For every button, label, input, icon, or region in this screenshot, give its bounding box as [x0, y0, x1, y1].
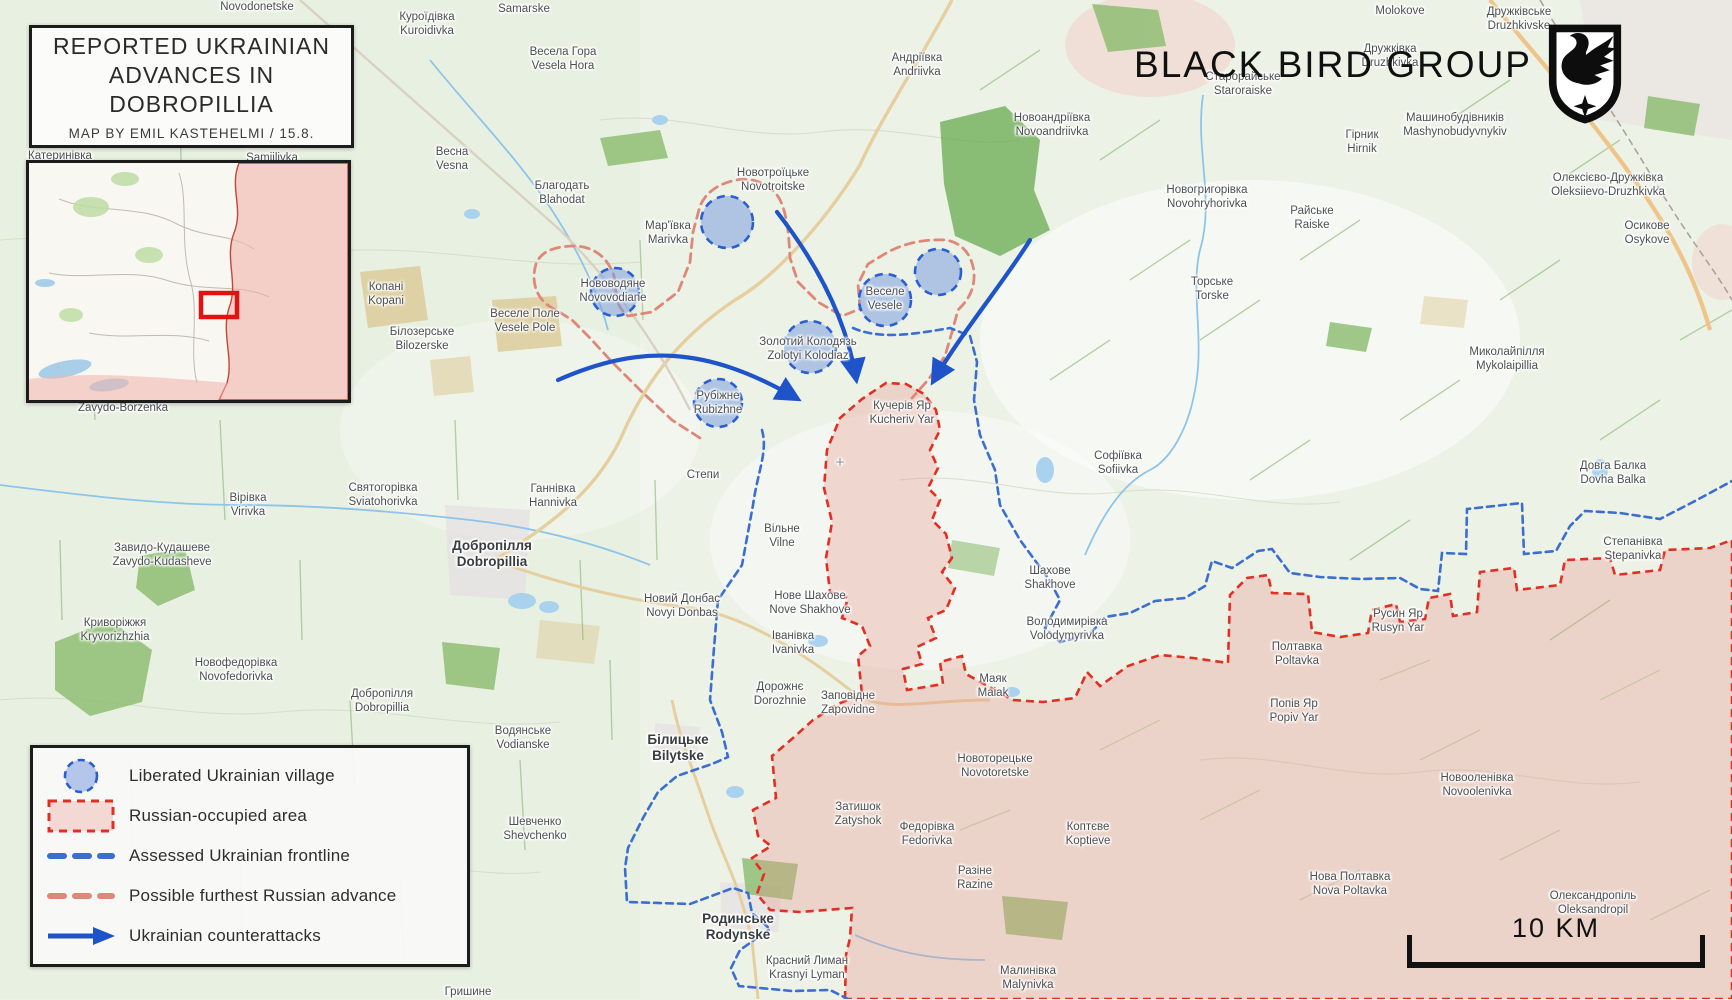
map-label: Русин ЯрRusyn Yar [1372, 608, 1425, 636]
map-label: РазінеRazine [957, 865, 993, 893]
map-label: Весела ГораVesela Hora [530, 46, 597, 74]
map-label: БлагодатьBlahodat [535, 180, 590, 208]
map-label: ВеснаVesna [436, 146, 469, 174]
map-label: Завидо-КудашевеZavydo-Kudasheve [112, 542, 211, 570]
map-label: НовооленівкаNovoolenivka [1440, 772, 1513, 800]
legend-item: Assessed Ukrainian frontline [33, 836, 467, 876]
map-label: НовоторецькеNovotoretske [957, 753, 1032, 781]
russian-advance-icon [33, 890, 129, 902]
inset-occupied-area [219, 163, 348, 400]
legend-item: Russian-occupied area [33, 796, 467, 836]
map-label: Мар'ївкаMarivka [645, 220, 691, 248]
map-label: Samarske [498, 3, 550, 17]
map-label: ДобропілляDobropillia [351, 688, 413, 716]
legend-item: Liberated Ukrainian village [33, 756, 467, 796]
map-label: Степи [687, 469, 720, 483]
map-label: НовоандріївкаNovoandriivka [1014, 112, 1090, 140]
map-label: ШевченкоShevchenko [503, 816, 566, 844]
map-label: ДорожнєDorozhnie [754, 681, 806, 709]
map-label: КопаніKopani [368, 281, 404, 309]
map-label: СофіївкаSofiivka [1094, 450, 1142, 478]
map-label: МиколайпілляMykolaipillia [1469, 346, 1544, 374]
liberated-village-icon [33, 756, 129, 796]
map-label: ШаховеShakhove [1024, 565, 1075, 593]
map-label: Золотий КолодязьZolotyi Kolodiaz [759, 336, 856, 364]
brand-name: BLACK BIRD GROUP [1134, 44, 1532, 86]
map-label: Нова ПолтавкаNova Poltavka [1310, 871, 1391, 899]
map-label: НовотроїцькеNovotroitske [737, 167, 809, 195]
map-label: ПолтавкаPoltavka [1272, 641, 1322, 669]
map-label: ВеселеVesele [866, 286, 905, 314]
legend-label: Russian-occupied area [129, 806, 307, 826]
map-label: Олексієво-ДружківкаOleksiievo-Druzhkivka [1551, 172, 1665, 200]
map-poster: Novodonetske КуроїдівкаKuroidivka Samarske… [0, 0, 1732, 999]
map-label: НовофедорівкаNovofedorivka [195, 657, 278, 685]
map-label: Zavydo-Borzenka [78, 402, 168, 416]
map-label: НовогригорівкаNovohryhorivka [1166, 184, 1247, 212]
map-label: + [836, 454, 845, 472]
legend-label: Assessed Ukrainian frontline [129, 846, 350, 866]
map-label: БілицькеBilytske [647, 732, 708, 764]
map-label: МаякMaiak [978, 673, 1009, 701]
map-subtitle: MAP BY EMIL KASTEHELMI / 15.8. [69, 126, 315, 141]
map-label: НововодянеNovovodiane [579, 278, 646, 306]
swan-shield-icon [1547, 22, 1623, 126]
map-label: ОсиковеOsykove [1624, 220, 1669, 248]
map-label: ФедорівкаFedorivka [900, 821, 955, 849]
legend-item: Possible furthest Russian advance [33, 876, 467, 916]
map-label: Гришине [445, 986, 492, 1000]
map-label: Novodonetske [220, 1, 294, 15]
map-label: ІванівкаIvanivka [772, 630, 814, 658]
map-label: ГірникHirnik [1346, 129, 1379, 157]
map-label: ТорськеTorske [1191, 276, 1233, 304]
ukrainian-frontline-icon [33, 850, 129, 862]
legend-label: Liberated Ukrainian village [129, 766, 335, 786]
map-label: ГаннівкаHannivka [529, 483, 577, 511]
legend-items: Liberated Ukrainian village Russian-occup… [33, 756, 467, 956]
black-bird-logo [1547, 22, 1623, 126]
map-label: ДобропілляDobropillia [452, 538, 532, 570]
legend-label: Possible furthest Russian advance [129, 886, 396, 906]
map-label: ВірівкаVirivka [230, 492, 267, 520]
map-label: Красний ЛиманKrasnyi Lyman [766, 955, 848, 983]
map-label: Нове ШаховеNove Shakhove [769, 590, 850, 618]
scale-bar: 10 KM [1407, 922, 1705, 968]
map-label: РодинськеRodynske [702, 911, 774, 943]
map-label: КоптєвеKoptieve [1066, 821, 1111, 849]
map-label: ДружківськеDruzhkivske [1487, 6, 1552, 34]
map-label: Кучерів ЯрKucheriv Yar [870, 400, 935, 428]
map-label: РайськеRaiske [1290, 205, 1333, 233]
legend-item: Ukrainian counterattacks [33, 916, 467, 956]
counterattack-arrow-icon [33, 925, 129, 947]
map-label: СтепанівкаStepanivka [1603, 536, 1662, 564]
inset-map-canvas [29, 163, 348, 400]
map-label: Веселе ПолеVesele Pole [490, 308, 560, 336]
inset-locator-map [26, 160, 351, 403]
map-label: ЗатишокZatyshok [835, 801, 882, 829]
legend-label: Ukrainian counterattacks [129, 926, 321, 946]
occupied-area-icon [33, 798, 129, 834]
map-label: КриворіжжяKryvorizhzhia [80, 617, 149, 645]
map-label: СвятогорівкаSviatohorivka [348, 482, 417, 510]
title-card: REPORTED UKRAINIAN ADVANCES IN DOBROPILL… [29, 25, 354, 148]
map-label: Molokove [1375, 5, 1424, 19]
map-label: РубіжнеRubizhne [694, 390, 743, 418]
map-title-line2: ADVANCES IN DOBROPILLIA [32, 61, 351, 119]
map-label: ВільнеVilne [764, 523, 800, 551]
map-label: ЗаповіднеZapovidne [821, 690, 875, 718]
map-label: Новий ДонбасNovyi Donbas [644, 593, 720, 621]
map-label: ВодянськеVodianske [495, 725, 551, 753]
map-label: Попів ЯрPopiv Yar [1270, 698, 1319, 726]
map-label: КуроїдівкаKuroidivka [399, 11, 454, 39]
legend-box: Liberated Ukrainian village Russian-occup… [30, 745, 470, 967]
map-label: ВолодимирівкаVolodymyrivka [1027, 616, 1108, 644]
map-label: АндріївкаAndriivka [892, 52, 943, 80]
map-label: МалинівкаMalynivka [1000, 965, 1056, 993]
map-label: МашинобудівниківMashynobudyvnykiv [1403, 112, 1507, 140]
map-label: Довга БалкаDovha Balka [1580, 460, 1646, 488]
map-title-line1: REPORTED UKRAINIAN [53, 32, 330, 61]
scale-bar-line [1407, 935, 1705, 968]
map-label: БілозерськеBilozerske [390, 326, 454, 354]
